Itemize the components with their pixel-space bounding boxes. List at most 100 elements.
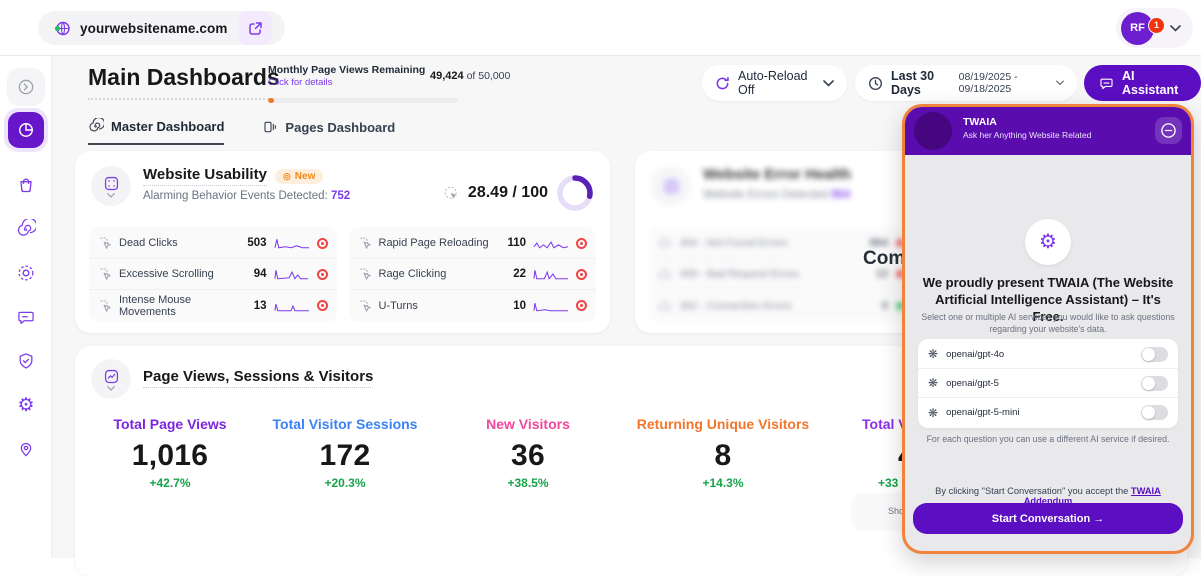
usability-score: 28.49 / 100 — [443, 174, 594, 212]
sidebar-item-feedback[interactable] — [7, 298, 45, 336]
sidebar-item-orders[interactable] — [7, 166, 45, 204]
usability-row[interactable]: Rapid Page Reloading 110 — [349, 228, 597, 259]
quota-used: 49,424 — [430, 70, 464, 82]
feedback-chat-icon — [16, 307, 36, 327]
service-toggle[interactable] — [1141, 405, 1168, 420]
auto-reload-dropdown[interactable]: Auto-Reload Off — [702, 65, 847, 101]
twaia-avatar — [914, 112, 952, 150]
sidebar-item-settings[interactable]: ⚙ — [7, 386, 45, 424]
row-label: 400 - Bad Request Errors — [680, 268, 868, 280]
row-label: Rage Clicking — [379, 268, 507, 280]
ai-service-label: openai/gpt-5-mini — [946, 407, 1133, 418]
twaia-tagline: Ask her Anything Website Related — [963, 130, 1091, 140]
service-toggle[interactable] — [1141, 376, 1168, 391]
section-title: Page Views, Sessions & Visitors — [143, 368, 373, 388]
open-site-button[interactable] — [238, 11, 272, 45]
sparkline — [274, 237, 310, 249]
new-badge: ◎ New — [275, 169, 323, 184]
click-cursor-icon — [98, 299, 112, 313]
metric-delta: +14.3% — [628, 476, 818, 490]
openai-logo-icon: ❋ — [928, 407, 938, 419]
cloud-icon — [658, 267, 672, 281]
twaia-assistant-panel: TWAIA Ask her Anything Website Related ⚙… — [902, 104, 1194, 554]
refresh-icon — [715, 76, 730, 91]
chevron-down-icon — [107, 386, 115, 391]
sidebar-item-dashboards[interactable] — [4, 108, 48, 152]
twaia-hint: For each question you can use a differen… — [921, 434, 1175, 444]
record-icon[interactable] — [317, 269, 328, 280]
sidebar-collapse-button[interactable] — [7, 68, 45, 106]
sparkline — [533, 300, 569, 312]
record-icon[interactable] — [317, 238, 328, 249]
metric-delta: +20.3% — [250, 476, 440, 490]
usability-row[interactable]: Intense Mouse Movements 13 — [89, 290, 337, 321]
usability-window-icon — [103, 175, 120, 192]
usability-row[interactable]: Dead Clicks 503 — [89, 228, 337, 259]
record-icon[interactable] — [576, 269, 587, 280]
auto-reload-label: Auto-Reload Off — [738, 69, 815, 97]
start-conversation-button[interactable]: Start Conversation → — [913, 503, 1183, 534]
error-row: 302 - Connection Errors 0 — [649, 290, 913, 321]
ai-service-row-gpt-4o[interactable]: ❋ openai/gpt-4o — [918, 340, 1178, 369]
click-cursor-icon — [98, 267, 112, 281]
card-subtitle: Alarming Behavior Events Detected: 752 — [143, 190, 350, 202]
tab-label: Pages Dashboard — [285, 120, 395, 135]
metric-new-visitors: New Visitors 36 +38.5% — [433, 416, 623, 490]
sidebar-item-spiral[interactable] — [7, 210, 45, 248]
range-label: Last 30 Days — [891, 69, 951, 97]
ai-assistant-label: AI Assistant — [1122, 69, 1186, 97]
sidebar-item-heatmaps[interactable] — [7, 430, 45, 468]
record-icon[interactable] — [576, 300, 587, 311]
card-title: Website Usability — [143, 166, 267, 186]
usability-row[interactable]: Rage Clicking 22 — [349, 259, 597, 290]
quota-progress-bar — [268, 98, 458, 103]
ai-service-row-gpt-5-mini[interactable]: ❋ openai/gpt-5-mini — [918, 398, 1178, 427]
card-icon-button[interactable] — [91, 166, 131, 206]
tab-pages-dashboard[interactable]: Pages Dashboard — [262, 118, 395, 145]
spiral-icon — [88, 118, 104, 134]
tab-master-dashboard[interactable]: Master Dashboard — [88, 118, 224, 145]
card-icon-button — [651, 166, 691, 206]
click-cursor-icon — [358, 299, 372, 313]
ai-service-label: openai/gpt-5 — [946, 378, 1133, 389]
ai-service-label: openai/gpt-4o — [946, 349, 1133, 360]
ai-assistant-button[interactable]: AI Assistant — [1084, 65, 1201, 101]
new-badge-label: New — [295, 171, 316, 182]
chevron-down-icon — [823, 80, 834, 87]
date-range-picker[interactable]: Last 30 Days 08/19/2025 - 09/18/2025 — [855, 65, 1077, 101]
ai-service-row-gpt-5[interactable]: ❋ openai/gpt-5 — [918, 369, 1178, 398]
row-value: 94 — [254, 268, 267, 280]
circle-dot-icon: ◎ — [283, 171, 291, 182]
usability-row[interactable]: U-Turns 10 — [349, 290, 597, 321]
orders-bag-icon — [16, 175, 36, 195]
metric-delta: +38.5% — [433, 476, 623, 490]
metric-value: 1,016 — [75, 439, 265, 473]
record-icon[interactable] — [317, 300, 328, 311]
chat-icon — [1099, 76, 1114, 91]
subtitle-text: Alarming Behavior Events Detected: — [143, 190, 331, 202]
record-icon[interactable] — [576, 238, 587, 249]
usability-metrics: Dead Clicks 503 Excessive Scrolling 94 I… — [89, 227, 596, 322]
row-value: 0 — [882, 300, 888, 312]
user-menu[interactable]: RF 1 — [1116, 8, 1193, 48]
minus-circle-icon — [1160, 122, 1177, 139]
service-toggle[interactable] — [1141, 347, 1168, 362]
cursor-target-icon — [443, 185, 460, 202]
usability-row[interactable]: Excessive Scrolling 94 — [89, 259, 337, 290]
row-value: 503 — [247, 237, 266, 249]
session-record-icon — [16, 263, 36, 283]
sidebar: ⚙ — [0, 56, 52, 558]
cloud-icon — [658, 236, 672, 250]
minimize-button[interactable] — [1155, 117, 1182, 144]
globe-icon — [54, 20, 71, 37]
metric-returning-unique-visitors: Returning Unique Visitors 8 +14.3% — [628, 416, 818, 490]
privacy-shield-icon — [16, 351, 36, 371]
click-cursor-icon — [358, 236, 372, 250]
row-label: 404 - Not Found Errors — [680, 237, 862, 249]
quota-widget: Monthly Page Views Remaining Click for d… — [268, 64, 598, 88]
settings-gear-icon: ⚙ — [17, 396, 34, 415]
quota-total: of 50,000 — [464, 70, 511, 82]
card-icon-button[interactable] — [91, 359, 131, 399]
sidebar-item-privacy[interactable] — [7, 342, 45, 380]
sidebar-item-recordings[interactable] — [7, 254, 45, 292]
